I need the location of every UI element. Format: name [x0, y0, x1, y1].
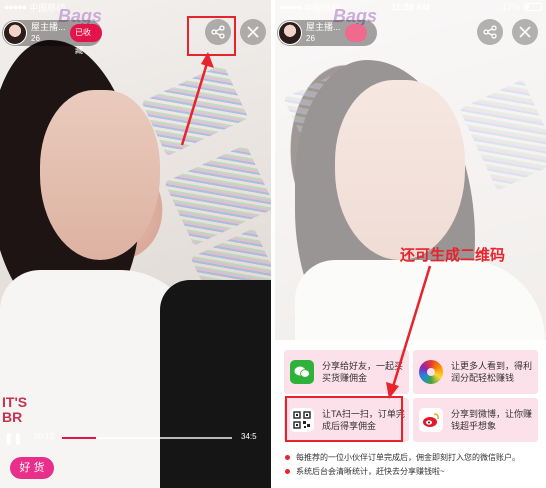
- current-time: 00:13: [34, 432, 55, 441]
- shirt-print: IT'S BR: [2, 394, 28, 425]
- status-bar: ●●●●● 中国移动: [4, 2, 66, 13]
- clock: 11:28 AM: [391, 2, 430, 12]
- battery-icon: [524, 3, 542, 11]
- playback-bar[interactable]: ❚❚ 00:13 34:5: [0, 428, 271, 448]
- close-button[interactable]: [240, 19, 266, 45]
- weibo-icon: [419, 408, 443, 432]
- pointer-arrow: [180, 52, 214, 146]
- host-avatar[interactable]: [3, 21, 27, 45]
- qrcode-highlight-box: [285, 396, 403, 442]
- share-icon: [483, 25, 497, 39]
- follow-button[interactable]: [345, 24, 367, 42]
- share-button[interactable]: [477, 19, 503, 45]
- goods-button[interactable]: 好 货: [10, 457, 54, 479]
- host-avatar[interactable]: [278, 21, 302, 45]
- close-icon: [519, 26, 531, 38]
- close-button[interactable]: [512, 19, 538, 45]
- share-to-weibo[interactable]: 分享到微博，让你赚 钱超乎想象: [413, 398, 538, 442]
- note-line: 系统后台会清晰统计，赶快去分享赚钱啦~: [285, 466, 445, 477]
- pointer-arrow: [386, 265, 432, 399]
- viewer-count: 26: [306, 34, 315, 43]
- close-icon: [247, 26, 259, 38]
- host-bar[interactable]: 屋主播... 26: [277, 20, 377, 46]
- pause-icon[interactable]: ❚❚: [4, 432, 22, 445]
- live-video: IT'S BR: [0, 0, 271, 488]
- host-name: 屋主播...: [306, 22, 341, 32]
- follow-button[interactable]: 已收藏: [70, 24, 102, 55]
- note-line: 每推荐的一位小伙伴订单完成后，佣金即刻打入您的微信账户。: [285, 452, 520, 463]
- total-time: 34:5: [241, 432, 257, 441]
- host-name: 屋主播...: [31, 22, 66, 32]
- viewer-count: 26: [31, 34, 40, 43]
- left-screenshot: IT'S BR ●●●●● 中国移动 Bags 屋主播... 26 已收藏 ❚❚…: [0, 0, 271, 488]
- wechat-icon: [290, 360, 314, 384]
- status-bar: ●●●●● 中国移动 11:28 AM 17%: [275, 0, 546, 14]
- progress-track[interactable]: [62, 437, 232, 439]
- annotation-text: 还可生成二维码: [400, 247, 506, 264]
- host-bar[interactable]: 屋主播... 26 已收藏: [2, 20, 102, 55]
